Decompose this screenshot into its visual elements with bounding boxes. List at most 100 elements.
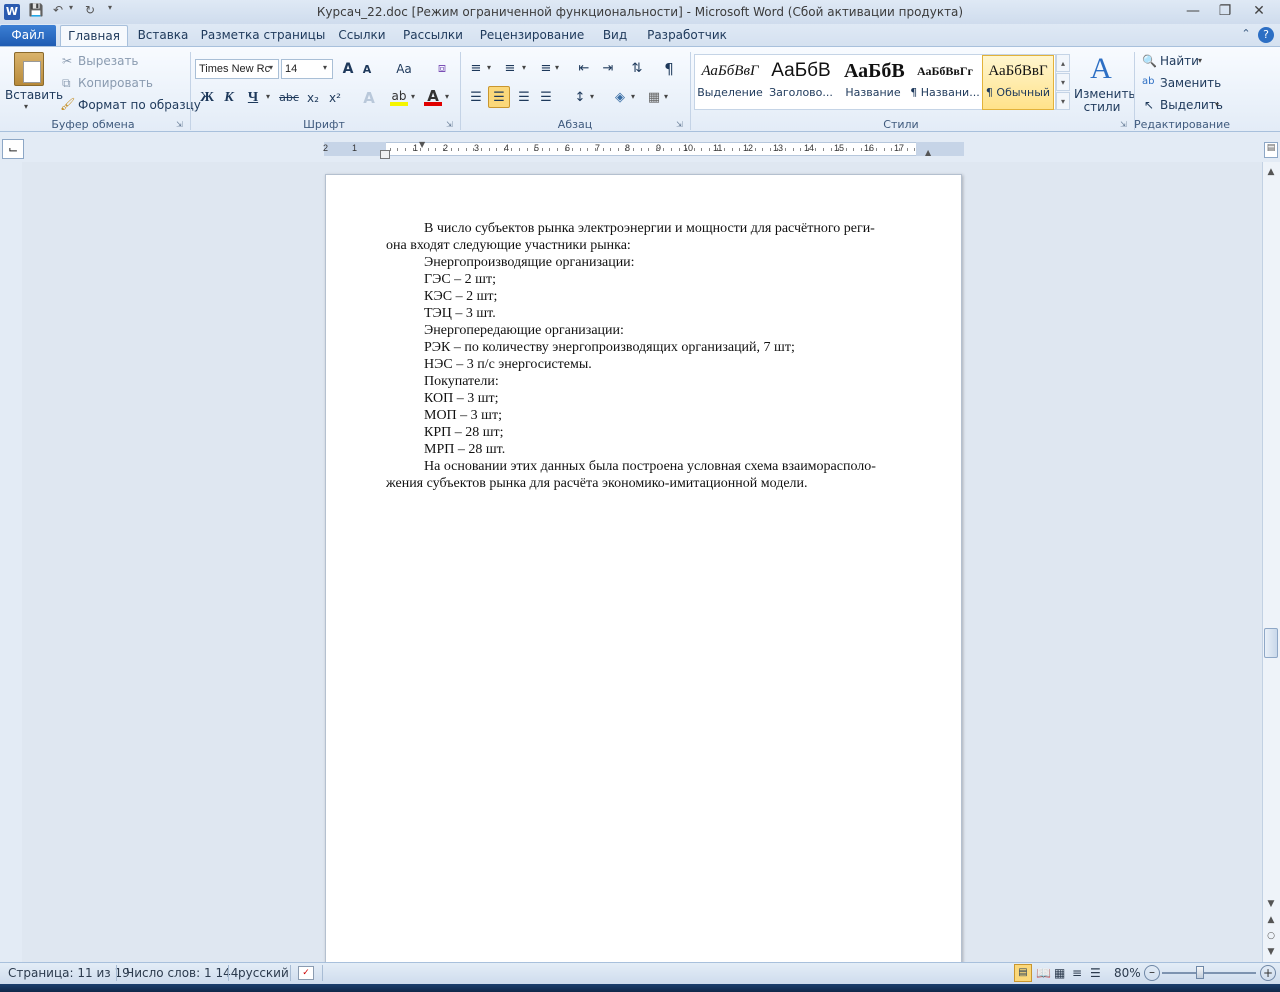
scrollbar-thumb[interactable]	[1264, 628, 1278, 658]
font-color-icon[interactable]: A	[424, 86, 442, 106]
styles-scroll-up-icon[interactable]: ▴	[1056, 54, 1070, 72]
document-line[interactable]: НЭС – 3 п/с энергосистемы.	[386, 356, 916, 373]
underline-button[interactable]: Ч	[244, 88, 262, 108]
tab-mailings[interactable]: Рассылки	[398, 25, 468, 46]
word-count-status[interactable]: Число слов: 1 144	[126, 966, 238, 980]
italic-button[interactable]: К	[220, 88, 238, 108]
strikethrough-button[interactable]: abc	[278, 88, 300, 108]
align-right-icon[interactable]: ☰	[514, 88, 534, 108]
sort-icon[interactable]: ⇅	[628, 59, 646, 79]
format-painter-button[interactable]: Формат по образцу	[78, 98, 201, 112]
tab-file[interactable]: Файл	[0, 25, 56, 46]
browse-object-icon[interactable]: ○	[1262, 928, 1280, 944]
document-line[interactable]: она входят следующие участники рынка:	[386, 237, 916, 254]
underline-dropdown-icon[interactable]: ▾	[266, 92, 270, 101]
font-name-dropdown-icon[interactable]: ▾	[269, 63, 273, 72]
outline-icon[interactable]: ≡	[1072, 966, 1082, 980]
document-line[interactable]: МОП – 3 шт;	[386, 407, 916, 424]
bold-button[interactable]: Ж	[198, 88, 216, 108]
hanging-indent-marker[interactable]	[380, 150, 390, 159]
close-button[interactable]: ✕	[1244, 0, 1274, 22]
zoom-out-icon[interactable]: –	[1144, 965, 1160, 981]
vertical-scrollbar[interactable]	[1262, 162, 1280, 962]
paste-button[interactable]: Вставить	[5, 88, 63, 102]
numbering-icon[interactable]: ≡	[500, 59, 520, 79]
shading-icon[interactable]: ◈	[610, 88, 630, 108]
tab-developer[interactable]: Разработчик	[642, 25, 732, 46]
multilevel-list-icon[interactable]: ≡	[536, 59, 556, 79]
minimize-button[interactable]: —	[1178, 0, 1208, 22]
change-styles-icon[interactable]: A	[1084, 52, 1118, 86]
help-icon[interactable]: ?	[1258, 27, 1274, 43]
style-normal[interactable]: АаБбВвГ ¶ Обычный	[982, 55, 1054, 110]
clipboard-launcher-icon[interactable]: ⇲	[176, 120, 183, 129]
text-effects-icon[interactable]: A	[360, 88, 378, 108]
align-center-icon[interactable]: ☰	[488, 86, 510, 108]
justify-icon[interactable]: ☰	[536, 88, 556, 108]
highlight-dropdown-icon[interactable]: ▾	[411, 92, 415, 101]
paragraph-launcher-icon[interactable]: ⇲	[676, 120, 683, 129]
document-line[interactable]: РЭК – по количеству энергопроизводящих о…	[386, 339, 916, 356]
find-button[interactable]: Найти	[1160, 54, 1199, 68]
tab-references[interactable]: Ссылки	[334, 25, 390, 46]
multilevel-dropdown-icon[interactable]: ▾	[555, 63, 559, 72]
zoom-slider-thumb[interactable]	[1196, 966, 1204, 979]
paste-icon[interactable]	[14, 52, 44, 86]
line-spacing-icon[interactable]: ↕	[570, 88, 590, 108]
styles-launcher-icon[interactable]: ⇲	[1120, 120, 1127, 129]
shrink-font-icon[interactable]: A	[360, 60, 374, 80]
increase-indent-icon[interactable]: ⇥	[598, 59, 618, 79]
select-dropdown-icon[interactable]: ▾	[1215, 100, 1219, 109]
right-indent-marker[interactable]: ▲	[925, 148, 931, 157]
draft-icon[interactable]: ☰	[1090, 966, 1101, 980]
styles-more-icon[interactable]: ▾	[1056, 92, 1070, 110]
bullets-icon[interactable]: ≡	[466, 59, 486, 79]
zoom-slider[interactable]	[1162, 972, 1256, 974]
zoom-in-icon[interactable]: +	[1260, 965, 1276, 981]
language-status[interactable]: русский	[238, 966, 289, 980]
scroll-down-icon[interactable]: ▼	[1262, 896, 1280, 912]
proofing-icon[interactable]: ✓	[298, 966, 314, 980]
web-layout-icon[interactable]: ▦	[1054, 966, 1065, 980]
copy-button[interactable]: Копировать	[78, 76, 153, 90]
page-number-status[interactable]: Страница: 11 из 19	[8, 966, 130, 980]
tab-view[interactable]: Вид	[596, 25, 634, 46]
show-formatting-marks-button[interactable]: ¶	[660, 59, 678, 79]
decrease-indent-icon[interactable]: ⇤	[574, 59, 594, 79]
bullets-dropdown-icon[interactable]: ▾	[487, 63, 491, 72]
numbering-dropdown-icon[interactable]: ▾	[522, 63, 526, 72]
change-styles-button[interactable]: Изменить стили	[1074, 88, 1136, 114]
find-dropdown-icon[interactable]: ▾	[1198, 56, 1202, 65]
line-spacing-dropdown-icon[interactable]: ▾	[590, 92, 594, 101]
document-line[interactable]: Покупатели:	[386, 373, 916, 390]
tab-review[interactable]: Рецензирование	[476, 25, 588, 46]
tab-home[interactable]: Главная	[60, 25, 128, 46]
view-ruler-icon[interactable]: ▤	[1264, 142, 1278, 158]
zoom-level[interactable]: 80%	[1114, 966, 1141, 980]
document-line[interactable]: Энергопроизводящие организации:	[386, 254, 916, 271]
document-line[interactable]: В число субъектов рынка электроэнергии и…	[386, 220, 916, 237]
font-launcher-icon[interactable]: ⇲	[446, 120, 453, 129]
document-line[interactable]: жения субъектов рынка для расчёта эконом…	[386, 475, 916, 492]
full-screen-reading-icon[interactable]: 📖	[1036, 966, 1051, 980]
first-line-indent-marker[interactable]: ▼	[419, 140, 425, 149]
document-line[interactable]: Энергопередающие организации:	[386, 322, 916, 339]
style-subtitle[interactable]: АаБбВвГг ¶ Названи...	[910, 56, 980, 108]
grow-font-icon[interactable]: A	[340, 59, 356, 79]
font-color-dropdown-icon[interactable]: ▾	[445, 92, 449, 101]
borders-icon[interactable]: ▦	[644, 88, 664, 108]
ribbon-minimize-icon[interactable]: ⌃	[1238, 27, 1254, 43]
paste-dropdown-icon[interactable]: ▾	[24, 102, 28, 111]
font-size-dropdown-icon[interactable]: ▾	[323, 63, 327, 72]
document-line[interactable]: ГЭС – 2 шт;	[386, 271, 916, 288]
style-title[interactable]: АаБбВ Название	[838, 56, 908, 108]
cut-button[interactable]: Вырезать	[78, 54, 139, 68]
next-page-icon[interactable]: ▼	[1262, 944, 1280, 960]
styles-scroll-down-icon[interactable]: ▾	[1056, 73, 1070, 91]
document-line[interactable]: КОП – 3 шт;	[386, 390, 916, 407]
document-line[interactable]: МРП – 28 шт.	[386, 441, 916, 458]
subscript-button[interactable]: x₂	[304, 88, 322, 108]
replace-button[interactable]: Заменить	[1160, 76, 1221, 90]
document-line[interactable]: КРП – 28 шт;	[386, 424, 916, 441]
borders-dropdown-icon[interactable]: ▾	[664, 92, 668, 101]
